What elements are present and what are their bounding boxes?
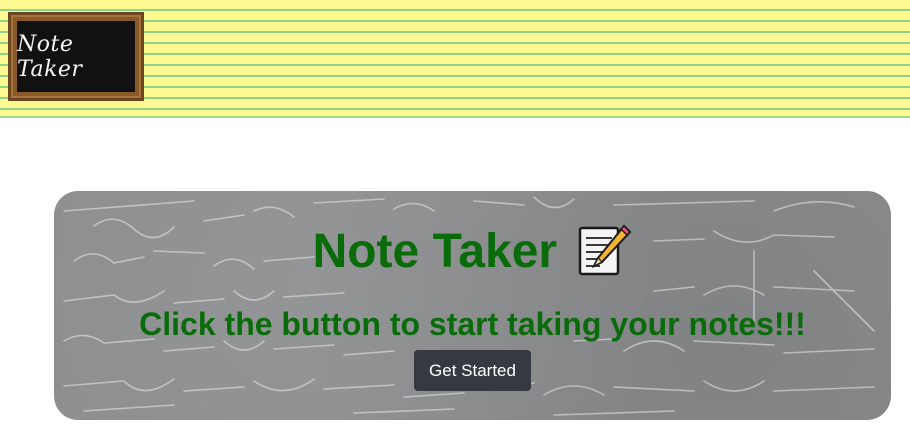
logo-text: Note Taker	[17, 21, 135, 92]
hero-title-text: Note Taker	[312, 225, 558, 278]
get-started-button[interactable]: Get Started	[414, 350, 531, 391]
hero-subtitle: Click the button to start taking your no…	[139, 306, 806, 342]
hero-title: Note Taker	[54, 223, 891, 282]
logo[interactable]: Note Taker	[8, 12, 144, 101]
hero-card: Note Taker Click the button to start tak…	[54, 191, 891, 420]
memo-icon	[579, 224, 632, 276]
header-banner: Note Taker	[0, 0, 910, 118]
